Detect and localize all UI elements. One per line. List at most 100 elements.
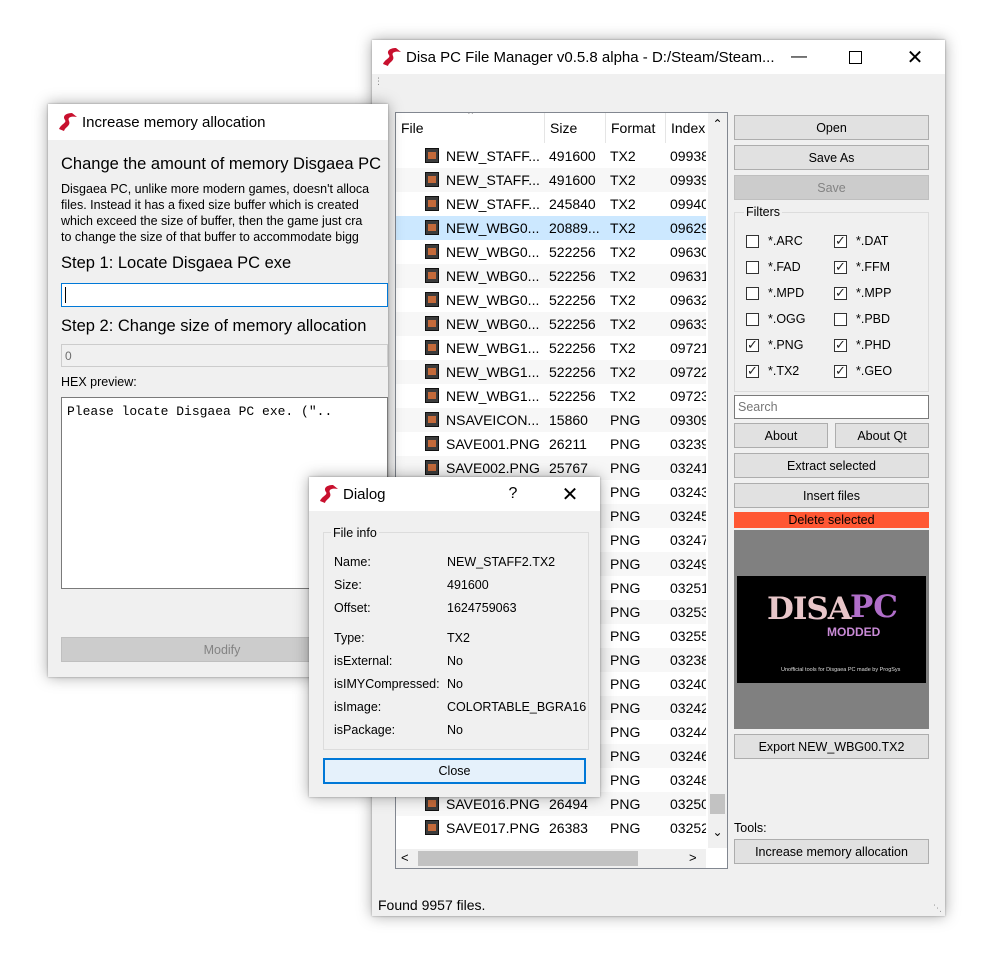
cell-file: NEW_STAFF... [446,172,539,188]
cell-file: NEW_WBG0... [446,220,539,236]
column-header-index[interactable]: Index [666,113,706,143]
table-row[interactable]: NEW_WBG0... 20889... TX2 09629 [396,216,706,240]
table-row[interactable]: NEW_WBG0... 522256 TX2 09633 [396,312,706,336]
filter-checkbox[interactable] [746,287,759,300]
table-row[interactable]: SAVE017.PNG 26383 PNG 03252 [396,816,706,840]
increase-memory-button[interactable]: Increase memory allocation [734,839,929,864]
scroll-up-icon[interactable]: ⌃ [708,117,727,131]
image-file-icon [425,460,439,475]
filter-label[interactable]: *.DAT [856,234,888,248]
cell-format: PNG [610,652,641,668]
table-row[interactable]: NEW_WBG1... 522256 TX2 09722 [396,360,706,384]
filter-label[interactable]: *.FFM [856,260,890,274]
cell-file: SAVE001.PNG [446,436,539,452]
table-row[interactable]: NEW_WBG1... 522256 TX2 09721 [396,336,706,360]
filter-checkbox[interactable] [834,285,847,301]
filter-label[interactable]: *.MPP [856,286,891,300]
app-logo-icon [320,485,338,503]
step1-label: Step 1: Locate Disgaea PC exe [61,254,292,272]
scroll-right-icon[interactable]: > [689,850,697,865]
table-row[interactable]: NEW_STAFF... 491600 TX2 09938 [396,144,706,168]
help-icon[interactable]: ? [490,477,536,511]
filter-label[interactable]: *.TX2 [768,364,799,378]
insert-files-button[interactable]: Insert files [734,483,929,508]
filter-checkbox[interactable] [746,235,759,248]
delete-selected-button[interactable]: Delete selected [734,512,929,528]
table-row[interactable]: NEW_STAFF... 245840 TX2 09940 [396,192,706,216]
scroll-left-icon[interactable]: < [401,850,409,865]
cell-format: PNG [610,532,641,548]
horizontal-scrollbar[interactable]: < > [396,849,706,868]
filter-checkbox[interactable] [834,313,847,326]
column-header-format[interactable]: Format [606,113,666,143]
search-input[interactable]: Search [734,395,929,419]
export-button[interactable]: Export NEW_WBG00.TX2 [734,734,929,759]
banner-caption: Unofficial tools for Disgaea PC made by … [781,667,901,673]
vertical-scrollbar[interactable]: ⌃ ⌄ [708,113,727,848]
table-row[interactable]: SAVE001.PNG 26211 PNG 03239 [396,432,706,456]
maximize-icon[interactable] [832,40,878,74]
filter-label[interactable]: *.OGG [768,312,806,326]
filter-label[interactable]: *.GEO [856,364,892,378]
save-button[interactable]: Save [734,175,929,200]
cell-format: PNG [610,556,641,572]
cell-size: 20889... [549,220,600,236]
filter-checkbox[interactable] [834,233,847,249]
filter-label[interactable]: *.FAD [768,260,801,274]
save-as-button[interactable]: Save As [734,145,929,170]
table-row[interactable]: NEW_WBG0... 522256 TX2 09631 [396,264,706,288]
filter-label[interactable]: *.PHD [856,338,891,352]
memory-size-input[interactable]: 0 [61,344,388,367]
dialog-close-icon[interactable]: ✕ [547,477,593,511]
resize-grip-icon[interactable]: ⋱ [933,903,942,914]
banner-title-disa: DISA [767,591,852,627]
filter-checkbox[interactable] [834,337,847,353]
scroll-down-icon[interactable]: ⌄ [708,825,727,839]
about-button[interactable]: About [734,423,828,448]
open-button[interactable]: Open [734,115,929,140]
table-row[interactable]: NEW_STAFF... 491600 TX2 09939 [396,168,706,192]
text-caret [65,287,66,303]
filter-checkbox[interactable] [746,363,759,379]
cell-index: 03251 [670,580,706,596]
hex-preview-label: HEX preview: [61,375,137,389]
cell-index: 09940 [670,196,706,212]
filter-label[interactable]: *.MPD [768,286,804,300]
cell-file: NEW_WBG0... [446,244,539,260]
cell-file: NSAVEICON.... [446,412,539,428]
hscrollbar-thumb[interactable] [418,851,638,866]
filter-checkbox[interactable] [834,259,847,275]
cell-format: PNG [610,412,641,428]
filter-label[interactable]: *.PBD [856,312,890,326]
cell-size: 26211 [549,436,587,452]
filter-checkbox[interactable] [746,313,759,326]
image-file-icon [425,316,439,331]
cell-index: 09938 [670,148,706,164]
image-file-icon [425,820,439,835]
cell-format: TX2 [610,244,636,260]
table-row[interactable]: NEW_WBG0... 522256 TX2 09632 [396,288,706,312]
filter-checkbox[interactable] [746,337,759,353]
scrollbar-thumb[interactable] [710,794,725,814]
minimize-icon[interactable]: — [776,40,822,74]
filter-checkbox[interactable] [834,363,847,379]
cell-file: NEW_STAFF... [446,196,539,212]
filter-label[interactable]: *.PNG [768,338,803,352]
info-value: 491600 [447,578,489,592]
close-icon[interactable]: ✕ [892,40,938,74]
extract-selected-button[interactable]: Extract selected [734,453,929,478]
info-value: NEW_STAFF2.TX2 [447,555,556,569]
about-qt-button[interactable]: About Qt [835,423,929,448]
table-row[interactable]: NEW_WBG0... 522256 TX2 09630 [396,240,706,264]
info-value: TX2 [447,631,470,645]
cell-size: 522256 [549,244,596,260]
cell-file: NEW_WBG1... [446,364,539,380]
table-row[interactable]: NSAVEICON.... 15860 PNG 09309 [396,408,706,432]
exe-path-input[interactable] [61,283,388,307]
column-header-size[interactable]: Size [545,113,606,143]
filter-label[interactable]: *.ARC [768,234,803,248]
cell-index: 03239 [670,436,706,452]
filter-checkbox[interactable] [746,261,759,274]
table-row[interactable]: NEW_WBG1... 522256 TX2 09723 [396,384,706,408]
close-button[interactable]: Close [323,758,586,784]
